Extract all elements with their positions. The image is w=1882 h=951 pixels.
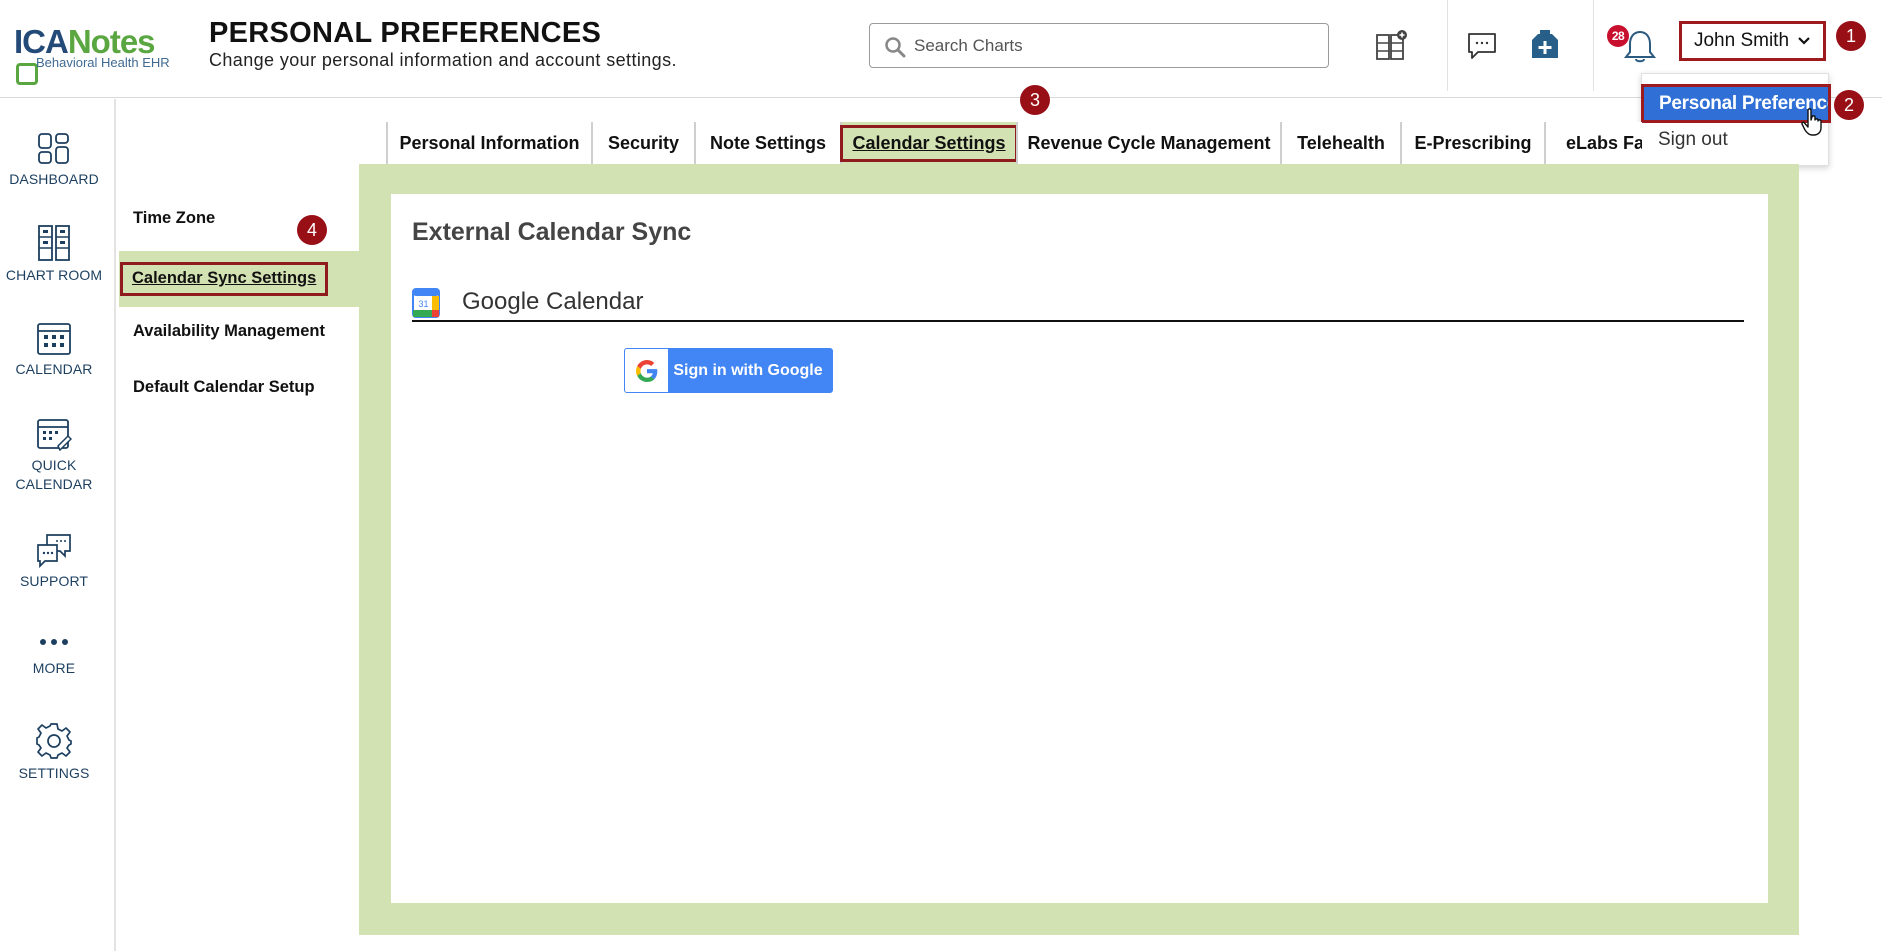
user-menu-button[interactable]: John Smith xyxy=(1679,21,1826,61)
tab-label: E-Prescribing xyxy=(1414,132,1532,153)
search-icon xyxy=(885,37,906,58)
section-divider xyxy=(412,320,1744,322)
calendar-day-number: 31 xyxy=(418,299,428,309)
tab-label: Security xyxy=(607,132,680,153)
search-charts-box[interactable] xyxy=(869,23,1329,68)
subnav-calendar-sync-settings[interactable]: Calendar Sync Settings xyxy=(119,251,359,307)
chevron-down-icon xyxy=(1798,37,1810,45)
page-title: PERSONAL PREFERENCES xyxy=(209,17,602,49)
sidebar-item-dashboard[interactable]: DASHBOARD xyxy=(0,132,108,189)
tab-elabs-favorites[interactable]: eLabs Fav xyxy=(1544,122,1642,164)
tab-personal-information[interactable]: Personal Information xyxy=(386,122,591,164)
tab-e-prescribing[interactable]: E-Prescribing xyxy=(1400,122,1544,164)
user-name: John Smith xyxy=(1693,30,1790,51)
preferences-tabs: Personal Information Security Note Setti… xyxy=(386,122,1642,164)
sidebar-item-label: SUPPORT xyxy=(19,573,89,589)
subnav-label: Calendar Sync Settings xyxy=(120,262,329,296)
subnav-label: Time Zone xyxy=(133,208,216,227)
sidebar-item-label: CHART ROOM xyxy=(5,267,103,283)
sidebar-item-label: QUICK CALENDAR xyxy=(15,457,93,492)
tab-label: Revenue Cycle Management xyxy=(1027,132,1271,153)
tab-revenue-cycle-management[interactable]: Revenue Cycle Management xyxy=(1016,122,1280,164)
search-input[interactable] xyxy=(914,32,1314,60)
messages-icon[interactable] xyxy=(1462,26,1502,66)
google-logo-icon xyxy=(625,349,668,392)
logo-tagline: Behavioral Health EHR xyxy=(36,55,170,70)
header-divider xyxy=(1447,0,1448,91)
sign-in-with-google-button[interactable]: Sign in with Google xyxy=(624,348,833,393)
sidebar-item-chart-room[interactable]: CHART ROOM xyxy=(0,224,108,285)
logo-plus-icon xyxy=(16,63,38,85)
gear-icon xyxy=(36,723,72,759)
calendar-icon xyxy=(37,323,71,355)
sidebar-item-label: CALENDAR xyxy=(15,361,93,377)
tab-telehealth[interactable]: Telehealth xyxy=(1280,122,1400,164)
page-subtitle: Change your personal information and acc… xyxy=(209,50,677,70)
subnav-availability-management[interactable]: Availability Management xyxy=(119,303,359,359)
quick-calendar-icon xyxy=(37,419,72,452)
header-divider xyxy=(1593,0,1594,91)
tab-label: Calendar Settings xyxy=(840,124,1018,162)
menu-item-sign-out[interactable]: Sign out xyxy=(1658,129,1728,151)
support-icon xyxy=(37,534,71,568)
sidebar-item-calendar[interactable]: CALENDAR xyxy=(0,320,108,379)
app-header: ICANotes Behavioral Health EHR PERSONAL … xyxy=(0,0,1882,98)
tab-note-settings[interactable]: Note Settings xyxy=(694,122,840,164)
sidebar-item-label: SETTINGS xyxy=(18,765,90,781)
step-marker-4: 4 xyxy=(297,215,327,245)
sidebar-item-label: MORE xyxy=(32,660,76,676)
tab-label: eLabs Fav xyxy=(1566,132,1642,153)
eprescribe-icon[interactable] xyxy=(1525,26,1565,66)
sidebar-item-support[interactable]: SUPPORT xyxy=(0,532,108,591)
icanotes-logo[interactable]: ICANotes Behavioral Health EHR xyxy=(14,24,174,85)
notification-count-badge: 28 xyxy=(1607,25,1629,47)
dashboard-icon xyxy=(38,133,69,164)
step-marker-3: 3 xyxy=(1020,85,1050,115)
tab-label: Personal Information xyxy=(399,132,580,153)
sidebar-item-more[interactable]: MORE xyxy=(0,629,108,678)
step-marker-2: 2 xyxy=(1834,90,1864,120)
google-calendar-icon: 31 xyxy=(412,288,440,318)
tab-security[interactable]: Security xyxy=(591,122,694,164)
subnav-label: Availability Management xyxy=(133,321,325,340)
tab-label: Note Settings xyxy=(709,132,826,153)
sidebar-item-label: DASHBOARD xyxy=(9,171,99,187)
google-button-label: Sign in with Google xyxy=(673,361,823,379)
subnav-label: Default Calendar Setup xyxy=(133,377,315,396)
chart-room-icon xyxy=(38,225,70,261)
tab-label: Telehealth xyxy=(1297,132,1385,153)
step-marker-1: 1 xyxy=(1836,21,1866,51)
more-icon xyxy=(40,639,68,645)
sidebar-item-settings[interactable]: SETTINGS xyxy=(0,722,108,783)
pointer-hand-icon xyxy=(1801,108,1822,136)
sidebar-item-quick-calendar[interactable]: QUICK CALENDAR xyxy=(2,416,106,494)
add-chart-icon[interactable] xyxy=(1371,26,1411,66)
main-sidebar: DASHBOARD CHART ROOM CALENDAR QUICK CALE… xyxy=(0,99,116,951)
google-calendar-title: Google Calendar xyxy=(462,288,644,315)
section-title: External Calendar Sync xyxy=(412,218,692,246)
subnav-default-calendar-setup[interactable]: Default Calendar Setup xyxy=(119,359,359,415)
tab-calendar-settings[interactable]: Calendar Settings xyxy=(840,122,1018,164)
